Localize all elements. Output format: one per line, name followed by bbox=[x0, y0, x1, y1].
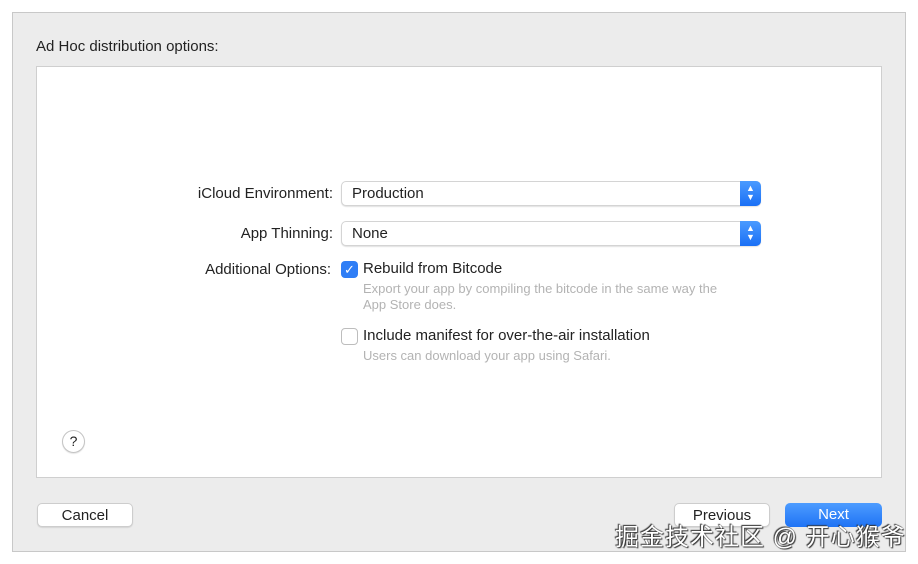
checkmark-icon: ✓ bbox=[344, 262, 355, 277]
watermark: 掘金技术社区 @ 开心猴爷 bbox=[615, 524, 906, 551]
rebuild-bitcode-checkbox[interactable]: ✓ bbox=[341, 261, 358, 278]
cancel-button[interactable]: Cancel bbox=[37, 503, 133, 527]
dialog-title: Ad Hoc distribution options: bbox=[36, 38, 219, 55]
app-thinning-label: App Thinning: bbox=[240, 225, 333, 242]
icloud-environment-label: iCloud Environment: bbox=[197, 185, 333, 202]
rebuild-bitcode-desc-2: App Store does. bbox=[363, 297, 457, 312]
chevron-up-down-icon: ▲ ▼ bbox=[740, 221, 761, 246]
app-thinning-value: None bbox=[352, 225, 388, 242]
rebuild-bitcode-label[interactable]: Rebuild from Bitcode bbox=[363, 260, 502, 277]
include-manifest-label[interactable]: Include manifest for over-the-air instal… bbox=[363, 327, 650, 344]
icloud-environment-value: Production bbox=[352, 185, 424, 202]
include-manifest-desc: Users can download your app using Safari… bbox=[363, 348, 611, 363]
help-button[interactable]: ? bbox=[62, 430, 85, 453]
chevron-up-down-icon: ▲ ▼ bbox=[740, 181, 761, 206]
rebuild-bitcode-desc-1: Export your app by compiling the bitcode… bbox=[363, 281, 718, 296]
include-manifest-checkbox[interactable] bbox=[341, 328, 358, 345]
icloud-environment-select[interactable]: Production ▲ ▼ bbox=[341, 181, 761, 206]
app-thinning-select[interactable]: None ▲ ▼ bbox=[341, 221, 761, 246]
additional-options-label: Additional Options: bbox=[205, 261, 331, 278]
